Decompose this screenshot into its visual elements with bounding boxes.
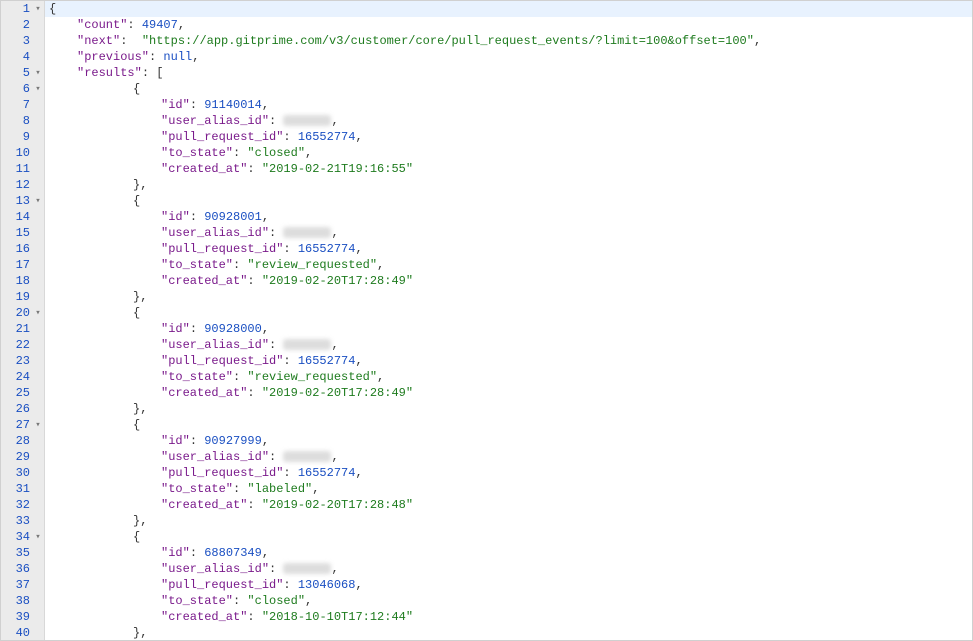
code-line[interactable]: "id": 90927999, bbox=[45, 433, 972, 449]
fold-toggle-icon[interactable]: ▾ bbox=[34, 65, 42, 81]
redacted-value bbox=[283, 451, 331, 462]
line-number: 11 bbox=[1, 161, 44, 177]
code-line[interactable]: "pull_request_id": 16552774, bbox=[45, 353, 972, 369]
code-line[interactable]: { bbox=[45, 81, 972, 97]
code-line[interactable]: }, bbox=[45, 177, 972, 193]
line-number: 30 bbox=[1, 465, 44, 481]
code-line[interactable]: "user_alias_id": , bbox=[45, 561, 972, 577]
line-number: 35 bbox=[1, 545, 44, 561]
code-line[interactable]: { bbox=[45, 193, 972, 209]
line-number: 19 bbox=[1, 289, 44, 305]
code-line[interactable]: }, bbox=[45, 289, 972, 305]
redacted-value bbox=[283, 339, 331, 350]
code-line[interactable]: { bbox=[45, 417, 972, 433]
line-number: 13▾ bbox=[1, 193, 44, 209]
code-line[interactable]: "pull_request_id": 16552774, bbox=[45, 129, 972, 145]
line-number: 39 bbox=[1, 609, 44, 625]
code-line[interactable]: { bbox=[45, 529, 972, 545]
line-number: 22 bbox=[1, 337, 44, 353]
code-line[interactable]: "to_state": "review_requested", bbox=[45, 369, 972, 385]
line-number: 5▾ bbox=[1, 65, 44, 81]
code-line[interactable]: { bbox=[45, 1, 972, 17]
line-number: 6▾ bbox=[1, 81, 44, 97]
fold-toggle-icon[interactable]: ▾ bbox=[34, 193, 42, 209]
code-line[interactable]: }, bbox=[45, 625, 972, 640]
line-number: 10 bbox=[1, 145, 44, 161]
code-line[interactable]: "id": 90928001, bbox=[45, 209, 972, 225]
code-line[interactable]: "pull_request_id": 16552774, bbox=[45, 241, 972, 257]
line-number: 17 bbox=[1, 257, 44, 273]
fold-toggle-icon[interactable]: ▾ bbox=[34, 529, 42, 545]
code-line[interactable]: "created_at": "2019-02-20T17:28:48" bbox=[45, 497, 972, 513]
code-area[interactable]: {"count": 49407,"next": "https://app.git… bbox=[45, 1, 972, 640]
code-line[interactable]: "id": 68807349, bbox=[45, 545, 972, 561]
line-number: 23 bbox=[1, 353, 44, 369]
code-line[interactable]: "created_at": "2019-02-21T19:16:55" bbox=[45, 161, 972, 177]
code-line[interactable]: "user_alias_id": , bbox=[45, 449, 972, 465]
fold-toggle-icon[interactable]: ▾ bbox=[34, 417, 42, 433]
fold-toggle-icon[interactable]: ▾ bbox=[34, 305, 42, 321]
line-number: 38 bbox=[1, 593, 44, 609]
code-line[interactable]: "created_at": "2019-02-20T17:28:49" bbox=[45, 273, 972, 289]
line-number: 29 bbox=[1, 449, 44, 465]
code-line[interactable]: "count": 49407, bbox=[45, 17, 972, 33]
line-number: 3 bbox=[1, 33, 44, 49]
code-line[interactable]: }, bbox=[45, 513, 972, 529]
line-number: 18 bbox=[1, 273, 44, 289]
redacted-value bbox=[283, 115, 331, 126]
line-number: 26 bbox=[1, 401, 44, 417]
code-line[interactable]: "previous": null, bbox=[45, 49, 972, 65]
line-number: 16 bbox=[1, 241, 44, 257]
code-line[interactable]: "user_alias_id": , bbox=[45, 113, 972, 129]
line-number: 33 bbox=[1, 513, 44, 529]
line-number: 28 bbox=[1, 433, 44, 449]
line-number: 14 bbox=[1, 209, 44, 225]
code-line[interactable]: "results": [ bbox=[45, 65, 972, 81]
code-line[interactable]: "created_at": "2019-02-20T17:28:49" bbox=[45, 385, 972, 401]
code-line[interactable]: "to_state": "closed", bbox=[45, 593, 972, 609]
code-line[interactable]: "created_at": "2018-10-10T17:12:44" bbox=[45, 609, 972, 625]
fold-toggle-icon[interactable]: ▾ bbox=[34, 81, 42, 97]
line-number: 32 bbox=[1, 497, 44, 513]
line-number: 25 bbox=[1, 385, 44, 401]
code-line[interactable]: "pull_request_id": 13046068, bbox=[45, 577, 972, 593]
line-number: 21 bbox=[1, 321, 44, 337]
code-line[interactable]: "to_state": "labeled", bbox=[45, 481, 972, 497]
line-number: 31 bbox=[1, 481, 44, 497]
code-line[interactable]: "pull_request_id": 16552774, bbox=[45, 465, 972, 481]
line-number-gutter: 1▾2345▾6▾78910111213▾14151617181920▾2122… bbox=[1, 1, 45, 640]
line-number: 9 bbox=[1, 129, 44, 145]
line-number: 2 bbox=[1, 17, 44, 33]
line-number: 37 bbox=[1, 577, 44, 593]
redacted-value bbox=[283, 563, 331, 574]
line-number: 12 bbox=[1, 177, 44, 193]
code-line[interactable]: "user_alias_id": , bbox=[45, 337, 972, 353]
json-editor: 1▾2345▾6▾78910111213▾14151617181920▾2122… bbox=[0, 0, 973, 641]
code-line[interactable]: "id": 91140014, bbox=[45, 97, 972, 113]
redacted-value bbox=[283, 227, 331, 238]
line-number: 40 bbox=[1, 625, 44, 641]
code-line[interactable]: "to_state": "closed", bbox=[45, 145, 972, 161]
code-line[interactable]: "user_alias_id": , bbox=[45, 225, 972, 241]
line-number: 36 bbox=[1, 561, 44, 577]
line-number: 4 bbox=[1, 49, 44, 65]
fold-toggle-icon[interactable]: ▾ bbox=[34, 1, 42, 17]
line-number: 34▾ bbox=[1, 529, 44, 545]
line-number: 24 bbox=[1, 369, 44, 385]
line-number: 8 bbox=[1, 113, 44, 129]
line-number: 1▾ bbox=[1, 1, 44, 17]
code-line[interactable]: "id": 90928000, bbox=[45, 321, 972, 337]
line-number: 20▾ bbox=[1, 305, 44, 321]
line-number: 7 bbox=[1, 97, 44, 113]
code-line[interactable]: "next": "https://app.gitprime.com/v3/cus… bbox=[45, 33, 972, 49]
code-line[interactable]: { bbox=[45, 305, 972, 321]
code-line[interactable]: "to_state": "review_requested", bbox=[45, 257, 972, 273]
code-line[interactable]: }, bbox=[45, 401, 972, 417]
line-number: 27▾ bbox=[1, 417, 44, 433]
line-number: 15 bbox=[1, 225, 44, 241]
